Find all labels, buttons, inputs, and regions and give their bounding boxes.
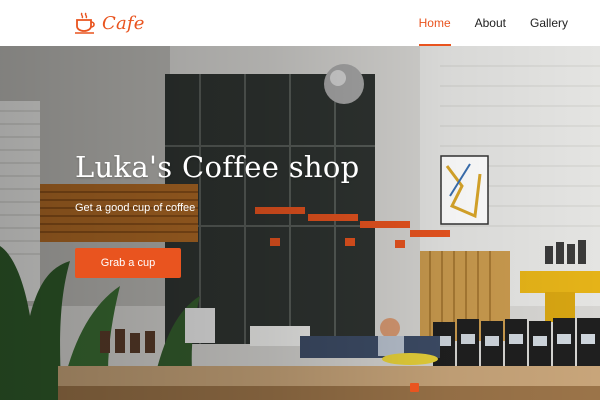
navbar: Cafe Home About Gallery xyxy=(0,0,600,46)
hero-section: Luka's Coffee shop Get a good cup of cof… xyxy=(0,46,600,400)
nav-home[interactable]: Home xyxy=(407,0,463,46)
nav-gallery[interactable]: Gallery xyxy=(518,0,580,46)
coffee-cup-icon xyxy=(75,12,95,34)
nav-about[interactable]: About xyxy=(463,0,518,46)
hero-subtitle: Get a good cup of coffee xyxy=(75,202,196,214)
brand-logo[interactable]: Cafe xyxy=(74,12,145,34)
carousel-indicator-dot[interactable] xyxy=(410,383,419,392)
hero-overlay xyxy=(0,46,600,400)
hero-content: Luka's Coffee shop Get a good cup of cof… xyxy=(75,150,360,214)
grab-a-cup-button[interactable]: Grab a cup xyxy=(75,248,181,278)
brand-name: Cafe xyxy=(102,12,145,34)
main-nav: Home About Gallery xyxy=(407,0,580,46)
hero-title: Luka's Coffee shop xyxy=(75,150,360,184)
